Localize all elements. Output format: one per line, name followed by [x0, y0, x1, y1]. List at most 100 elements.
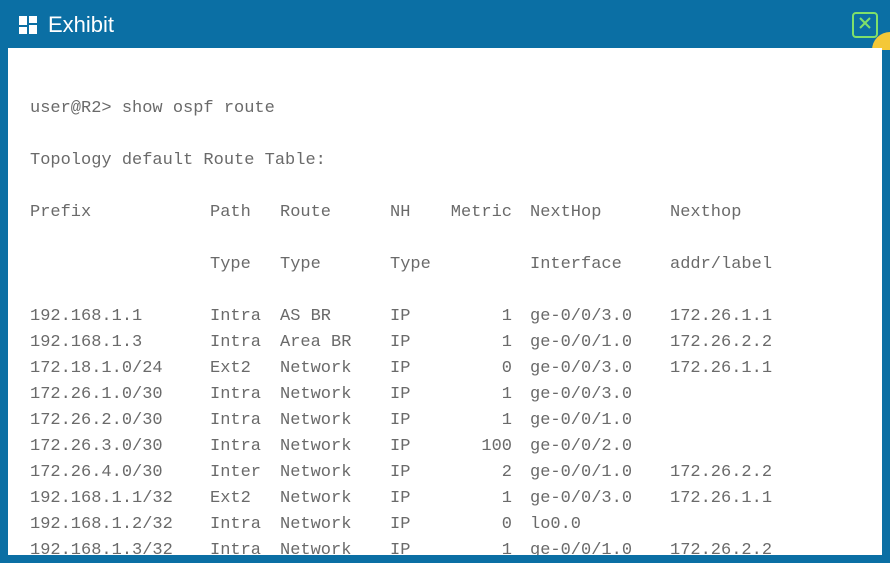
cell-metric: 100: [450, 434, 530, 460]
cell-prefix: 192.168.1.1: [30, 304, 210, 330]
cell-metric: 0: [450, 356, 530, 382]
col-prefix-header2: [30, 252, 210, 278]
cell-nhif: ge-0/0/1.0: [530, 460, 670, 486]
cell-routetype: Network: [280, 512, 390, 538]
cell-nhif: ge-0/0/3.0: [530, 382, 670, 408]
col-metric-header: Metric: [450, 200, 530, 226]
col-routetype-header2: Type: [280, 252, 390, 278]
cell-pathtype: Intra: [210, 434, 280, 460]
cell-metric: 1: [450, 330, 530, 356]
cell-routetype: Network: [280, 356, 390, 382]
cell-metric: 1: [450, 538, 530, 555]
cell-metric: 1: [450, 304, 530, 330]
exhibit-window: Exhibit user@R2> show ospf route Topolog…: [0, 0, 890, 563]
table-header-row-1: PrefixPathRouteNHMetricNextHopNexthop: [30, 200, 860, 226]
cell-prefix: 172.26.1.0/30: [30, 382, 210, 408]
cell-nhtype: IP: [390, 434, 450, 460]
cell-routetype: AS BR: [280, 304, 390, 330]
col-metric-header2: [450, 252, 530, 278]
cell-routetype: Network: [280, 382, 390, 408]
titlebar: Exhibit: [2, 2, 888, 48]
cell-pathtype: Intra: [210, 408, 280, 434]
col-nhaddr-header2: addr/label: [670, 252, 810, 278]
cell-nhaddr: [670, 382, 810, 408]
window-title: Exhibit: [48, 12, 114, 38]
cell-nhif: ge-0/0/3.0: [530, 356, 670, 382]
table-row: 172.26.3.0/30IntraNetworkIP100ge-0/0/2.0: [30, 434, 860, 460]
cell-nhtype: IP: [390, 512, 450, 538]
table-row: 172.26.1.0/30IntraNetworkIP1ge-0/0/3.0: [30, 382, 860, 408]
cell-pathtype: Intra: [210, 330, 280, 356]
exhibit-logo-icon: [16, 13, 40, 37]
cell-nhaddr: 172.26.2.2: [670, 538, 810, 555]
cell-pathtype: Intra: [210, 304, 280, 330]
cell-prefix: 192.168.1.3: [30, 330, 210, 356]
cell-nhaddr: [670, 408, 810, 434]
terminal-content: user@R2> show ospf route Topology defaul…: [8, 48, 882, 555]
cell-routetype: Network: [280, 460, 390, 486]
cell-nhif: ge-0/0/1.0: [530, 538, 670, 555]
cell-prefix: 172.18.1.0/24: [30, 356, 210, 382]
cell-metric: 1: [450, 408, 530, 434]
cell-nhtype: IP: [390, 538, 450, 555]
col-pathtype-header: Path: [210, 200, 280, 226]
col-routetype-header: Route: [280, 200, 390, 226]
cell-nhaddr: 172.26.1.1: [670, 486, 810, 512]
cell-nhaddr: 172.26.2.2: [670, 330, 810, 356]
cell-prefix: 192.168.1.1/32: [30, 486, 210, 512]
terminal-subtitle: Topology default Route Table:: [30, 148, 326, 174]
table-row: 192.168.1.3/32IntraNetworkIP1ge-0/0/1.01…: [30, 538, 860, 555]
col-nhaddr-header: Nexthop: [670, 200, 810, 226]
col-nhif-header2: Interface: [530, 252, 670, 278]
cell-nhif: ge-0/0/1.0: [530, 408, 670, 434]
cell-nhif: ge-0/0/3.0: [530, 486, 670, 512]
cell-metric: 2: [450, 460, 530, 486]
cell-pathtype: Intra: [210, 538, 280, 555]
cell-nhif: ge-0/0/2.0: [530, 434, 670, 460]
cell-routetype: Area BR: [280, 330, 390, 356]
table-row: 192.168.1.3IntraArea BRIP1ge-0/0/1.0172.…: [30, 330, 860, 356]
cell-prefix: 172.26.2.0/30: [30, 408, 210, 434]
cell-nhif: lo0.0: [530, 512, 670, 538]
col-nhtype-header: NH: [390, 200, 450, 226]
terminal-prompt: user@R2> show ospf route: [30, 96, 275, 122]
cell-nhif: ge-0/0/1.0: [530, 330, 670, 356]
cell-nhtype: IP: [390, 356, 450, 382]
close-button[interactable]: [852, 12, 878, 38]
table-row: 172.26.4.0/30InterNetworkIP2ge-0/0/1.017…: [30, 460, 860, 486]
col-nhif-header: NextHop: [530, 200, 670, 226]
cell-nhtype: IP: [390, 460, 450, 486]
cell-metric: 0: [450, 512, 530, 538]
cell-prefix: 192.168.1.3/32: [30, 538, 210, 555]
cell-nhtype: IP: [390, 382, 450, 408]
table-row: 192.168.1.2/32IntraNetworkIP0lo0.0: [30, 512, 860, 538]
table-header-row-2: TypeTypeTypeInterfaceaddr/label: [30, 252, 860, 278]
terminal-output: user@R2> show ospf route Topology defaul…: [30, 70, 860, 555]
col-prefix-header: Prefix: [30, 200, 210, 226]
cell-pathtype: Ext2: [210, 356, 280, 382]
table-row: 192.168.1.1/32Ext2NetworkIP1ge-0/0/3.017…: [30, 486, 860, 512]
close-icon: [858, 16, 872, 35]
cell-pathtype: Inter: [210, 460, 280, 486]
terminal-subtitle-line: Topology default Route Table:: [30, 148, 860, 174]
cell-metric: 1: [450, 486, 530, 512]
cell-nhtype: IP: [390, 330, 450, 356]
table-row: 192.168.1.1IntraAS BRIP1ge-0/0/3.0172.26…: [30, 304, 860, 330]
cell-nhaddr: 172.26.1.1: [670, 304, 810, 330]
cell-routetype: Network: [280, 434, 390, 460]
cell-nhaddr: 172.26.1.1: [670, 356, 810, 382]
table-row: 172.18.1.0/24Ext2NetworkIP0ge-0/0/3.0172…: [30, 356, 860, 382]
cell-nhaddr: 172.26.2.2: [670, 460, 810, 486]
cell-prefix: 172.26.3.0/30: [30, 434, 210, 460]
cell-nhtype: IP: [390, 304, 450, 330]
cell-prefix: 192.168.1.2/32: [30, 512, 210, 538]
cell-nhtype: IP: [390, 486, 450, 512]
cell-pathtype: Intra: [210, 382, 280, 408]
cell-pathtype: Ext2: [210, 486, 280, 512]
cell-routetype: Network: [280, 408, 390, 434]
col-pathtype-header2: Type: [210, 252, 280, 278]
cell-nhaddr: [670, 434, 810, 460]
cell-nhtype: IP: [390, 408, 450, 434]
cell-pathtype: Intra: [210, 512, 280, 538]
terminal-prompt-line: user@R2> show ospf route: [30, 96, 860, 122]
